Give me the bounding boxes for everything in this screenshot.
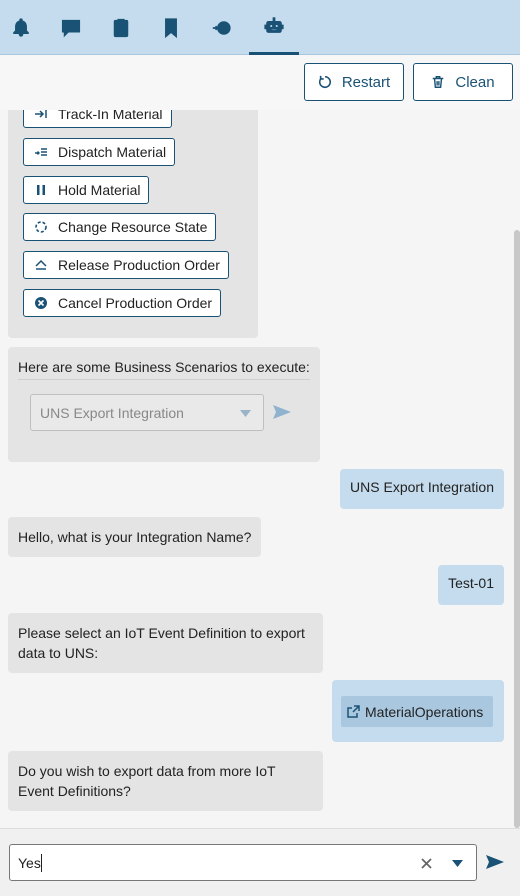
clean-button[interactable]: Clean xyxy=(413,63,513,101)
bot-message-text: Hello, what is your Integration Name? xyxy=(18,529,252,545)
send-icon[interactable] xyxy=(486,855,504,869)
bot-message-text: Please select an IoT Event Definition to… xyxy=(18,625,305,661)
tab-bookmarks[interactable] xyxy=(146,0,196,55)
user-message-text: Test-01 xyxy=(448,575,494,591)
bot-message: Do you wish to export data from more IoT… xyxy=(8,751,323,811)
chevron-down-icon[interactable] xyxy=(452,860,463,867)
external-link-icon xyxy=(347,705,360,718)
user-message: UNS Export Integration xyxy=(340,469,504,509)
option-label: Release Production Order xyxy=(58,257,220,273)
chat-history[interactable]: Track-In Material Dispatch Material Hold… xyxy=(0,110,520,828)
chat-input-value: Yes xyxy=(18,854,41,871)
restart-label: Restart xyxy=(341,73,391,91)
tab-tasks[interactable] xyxy=(96,0,146,55)
option-label: Track-In Material xyxy=(58,110,163,122)
restart-button[interactable]: Restart xyxy=(304,63,404,101)
option-hold-material[interactable]: Hold Material xyxy=(23,176,150,204)
chat-input[interactable]: Yes xyxy=(9,844,477,881)
clipboard-check-icon xyxy=(113,18,129,37)
top-tab-bar xyxy=(0,0,520,55)
send-scenario-icon[interactable] xyxy=(273,405,291,419)
tab-notifications[interactable] xyxy=(0,0,46,55)
scenario-select-value: UNS Export Integration xyxy=(40,404,184,421)
bot-message: Please select an IoT Event Definition to… xyxy=(8,613,323,673)
option-release-production-order[interactable]: Release Production Order xyxy=(23,251,229,279)
chat-icon xyxy=(61,19,81,37)
chevron-down-icon xyxy=(240,410,251,417)
chat-scrollbar[interactable] xyxy=(514,230,520,828)
clean-label: Clean xyxy=(455,73,495,91)
tab-messages[interactable] xyxy=(46,0,96,55)
user-message: Test-01 xyxy=(438,565,504,605)
option-label: Dispatch Material xyxy=(58,144,167,160)
bell-icon xyxy=(13,17,29,37)
track-in-icon xyxy=(35,110,47,118)
dispatch-icon xyxy=(35,148,47,156)
option-track-in-material[interactable]: Track-In Material xyxy=(23,110,172,128)
robot-icon xyxy=(264,17,284,33)
pause-icon xyxy=(37,185,45,195)
restart-icon xyxy=(318,75,331,89)
iot-event-chip[interactable]: MaterialOperations xyxy=(341,696,493,727)
bot-message: Hello, what is your Integration Name? xyxy=(8,517,262,557)
option-label: Change Resource State xyxy=(58,219,208,235)
option-dispatch-material[interactable]: Dispatch Material xyxy=(23,138,176,166)
option-label: Hold Material xyxy=(58,182,141,198)
bookmark-icon xyxy=(165,17,177,38)
user-message-text: UNS Export Integration xyxy=(350,479,494,495)
eject-icon xyxy=(35,259,47,270)
bot-message-text: Do you wish to export data from more IoT… xyxy=(18,763,276,799)
scenarios-prompt: Here are some Business Scenarios to exec… xyxy=(18,357,310,380)
trash-icon xyxy=(433,76,444,88)
refresh-dashed-icon xyxy=(35,221,47,233)
tab-assistant[interactable] xyxy=(249,0,299,55)
tab-sync[interactable] xyxy=(197,0,247,55)
chat-input-bar: Yes xyxy=(0,828,520,896)
option-label: Cancel Production Order xyxy=(58,295,213,311)
user-message: MaterialOperations xyxy=(332,680,504,742)
sync-error-icon xyxy=(212,20,231,35)
clear-icon[interactable] xyxy=(421,858,432,869)
cancel-circle-icon xyxy=(35,297,47,309)
option-change-resource-state[interactable]: Change Resource State xyxy=(23,213,217,241)
scenario-select[interactable]: UNS Export Integration xyxy=(30,394,264,431)
chat-toolbar: Restart Clean xyxy=(0,55,520,110)
option-cancel-production-order[interactable]: Cancel Production Order xyxy=(23,289,222,317)
iot-event-chip-text: MaterialOperations xyxy=(365,703,484,720)
